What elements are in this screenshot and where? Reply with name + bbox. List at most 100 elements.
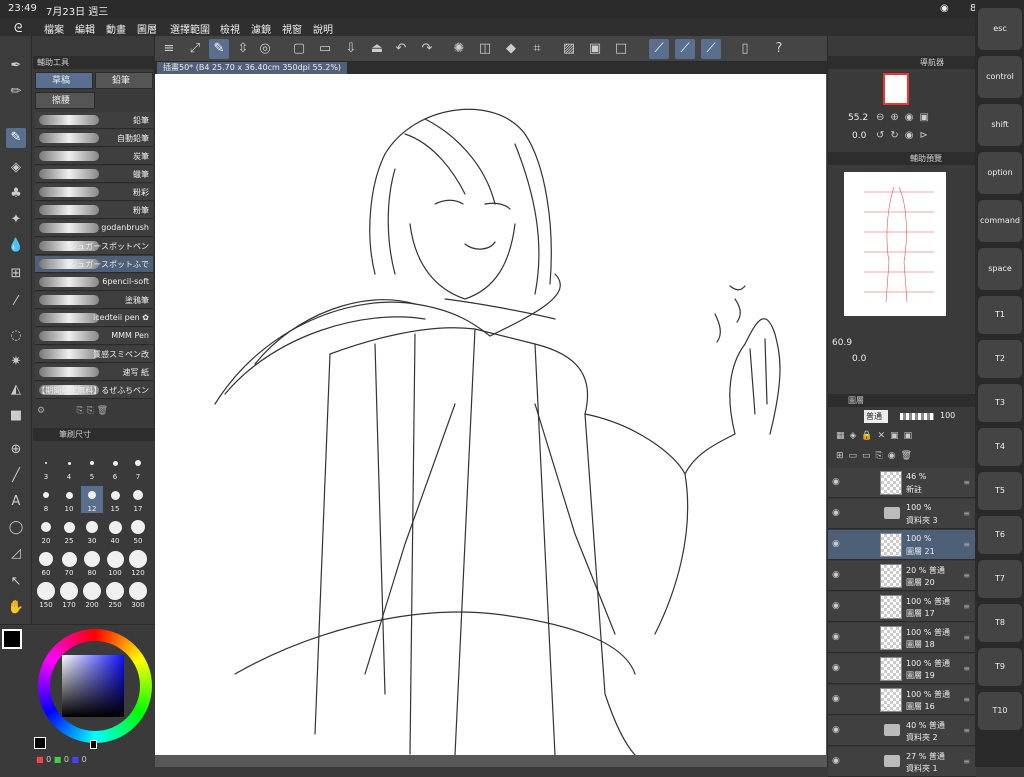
mini-main-color[interactable] — [34, 737, 46, 749]
brush-item[interactable]: 塗鴉筆 — [35, 292, 153, 309]
export-icon[interactable]: ⏏ — [367, 39, 387, 59]
layer-tools-row[interactable]: ▦◈🔒✕▣▣ — [836, 431, 917, 441]
layer-row[interactable]: ◉ 27 % 普通 資料夾 1 ≡ — [828, 747, 976, 777]
auto-select-icon[interactable]: ✷ — [6, 352, 26, 372]
stabilizer-3-icon[interactable]: ⟋ — [701, 39, 721, 59]
eye-icon[interactable]: ◉ — [832, 601, 840, 611]
eyedropper-tool-icon[interactable]: ⁄ — [6, 292, 26, 312]
key-esc[interactable]: esc — [978, 8, 1022, 50]
menu-animation[interactable]: 動畫 — [106, 21, 126, 36]
ruler-icon[interactable]: ▨ — [559, 39, 579, 59]
eye-icon[interactable]: ◉ — [832, 694, 840, 704]
key-t10[interactable]: T10 — [978, 692, 1022, 730]
brush-item[interactable]: 【期間限定無料】るぜふちペン — [35, 382, 153, 399]
brush-size-option[interactable]: 25 — [58, 518, 80, 545]
blend-mode-select[interactable]: 普通 — [864, 410, 888, 423]
document-tab[interactable]: 插畫50* (B4 25.70 x 36.40cm 350dpi 55.2%) — [157, 62, 348, 74]
stabilizer-1-icon[interactable]: ⟋ — [649, 39, 669, 59]
gradient-tool-icon[interactable]: ■ — [6, 406, 26, 426]
eye-icon[interactable]: ◉ — [832, 477, 840, 487]
key-space[interactable]: space — [978, 248, 1022, 290]
brush-size-option[interactable]: 12 — [81, 486, 103, 513]
layer-row[interactable]: ◉ 100 % 普通 圖層 18 ≡ — [828, 623, 976, 653]
record-icon[interactable]: ◎ — [255, 39, 275, 59]
brush-size-option[interactable]: 8 — [35, 486, 57, 513]
brush-size-option[interactable]: 170 — [58, 582, 80, 609]
brush-item[interactable]: godanbrush — [35, 220, 153, 237]
brush-size-option[interactable]: 3 — [35, 454, 57, 481]
menu-layer[interactable]: 圖層 — [137, 21, 157, 36]
brush-size-option[interactable]: 15 — [104, 486, 126, 513]
brush-item[interactable]: 質感スミペン改 — [35, 346, 153, 363]
brush-size-option[interactable]: 100 — [104, 550, 126, 577]
menu-selection[interactable]: 選擇範圍 — [170, 21, 210, 36]
line-tool-icon[interactable]: ╱ — [6, 466, 26, 486]
text-tool-icon[interactable]: A — [6, 492, 26, 512]
key-shift[interactable]: shift — [978, 104, 1022, 146]
brush-item[interactable]: 自動鉛筆 — [35, 130, 153, 147]
brush-size-option[interactable]: 120 — [127, 550, 149, 577]
brush-size-option[interactable]: 250 — [104, 582, 126, 609]
hand-tool-icon[interactable]: ✋ — [6, 598, 26, 618]
eye-icon[interactable]: ◉ — [832, 508, 840, 518]
menu-file[interactable]: 檔案 — [44, 21, 64, 36]
brush-item[interactable]: シュガースポットふで — [35, 256, 153, 273]
drag-handle-icon[interactable]: ≡ — [963, 757, 970, 766]
brush-item[interactable]: 蠟筆 — [35, 166, 153, 183]
save-icon[interactable]: ⇩ — [341, 39, 361, 59]
help-icon[interactable]: ? — [769, 39, 789, 59]
loading-icon[interactable]: ✺ — [449, 39, 469, 59]
hue-marker[interactable] — [90, 740, 97, 749]
brush-item[interactable]: シュガースポットペン — [35, 238, 153, 255]
subview-image[interactable] — [844, 172, 946, 316]
brush-item[interactable]: 速写 紙 — [35, 364, 153, 381]
fill-icon[interactable]: ◆ — [501, 39, 521, 59]
layer-row[interactable]: ◉ 100 % 資料夾 3 ≡ — [828, 499, 976, 529]
menu-edit[interactable]: 編輯 — [75, 21, 95, 36]
drawing-canvas[interactable] — [155, 74, 826, 755]
brush-size-option[interactable]: 7 — [127, 454, 149, 481]
eraser-tool-icon[interactable]: ◈ — [6, 158, 26, 178]
drag-handle-icon[interactable]: ≡ — [963, 726, 970, 735]
frame-icon[interactable]: □ — [611, 39, 631, 59]
pencil-tool-icon[interactable]: ✏ — [6, 82, 26, 102]
open-folder-icon[interactable]: ▭ — [315, 39, 335, 59]
key-control[interactable]: control — [978, 56, 1022, 98]
layer-actions-row[interactable]: ⊞▭▭⎘◉🗑 — [836, 451, 917, 461]
key-t4[interactable]: T4 — [978, 428, 1022, 466]
subtab-pencil[interactable]: 鉛筆 — [95, 72, 153, 89]
key-t5[interactable]: T5 — [978, 472, 1022, 510]
opacity-slider[interactable] — [900, 413, 934, 420]
key-command[interactable]: command — [978, 200, 1022, 242]
operation-tool-icon[interactable]: ↖ — [6, 572, 26, 592]
key-t8[interactable]: T8 — [978, 604, 1022, 642]
key-t2[interactable]: T2 — [978, 340, 1022, 378]
brush-item[interactable]: 6pencil-soft — [35, 274, 153, 291]
brush-size-option[interactable]: 50 — [127, 518, 149, 545]
app-logo-icon[interactable]: ᘓ — [14, 21, 22, 36]
blend-tool-icon[interactable]: 💧 — [6, 236, 26, 256]
new-file-icon[interactable]: ▢ — [289, 39, 309, 59]
navigator-thumbnail[interactable] — [883, 73, 909, 105]
menu-filter[interactable]: 濾鏡 — [251, 21, 271, 36]
fit-icon[interactable]: ⤢ — [185, 39, 205, 59]
fill-tool-icon[interactable]: ◭ — [6, 380, 26, 400]
phone-icon[interactable]: ▯ — [735, 39, 755, 59]
saturation-square[interactable] — [62, 655, 124, 717]
drag-handle-icon[interactable]: ≡ — [963, 540, 970, 549]
brush-item[interactable]: 鉛筆 — [35, 112, 153, 129]
brush-size-option[interactable]: 40 — [104, 518, 126, 545]
brush-size-option[interactable]: 80 — [81, 550, 103, 577]
decoration-tool-icon[interactable]: ♣ — [6, 184, 26, 204]
drag-handle-icon[interactable]: ≡ — [963, 478, 970, 487]
sparkle-tool-icon[interactable]: ✦ — [6, 210, 26, 230]
brush-item[interactable]: 粉筆 — [35, 202, 153, 219]
key-t1[interactable]: T1 — [978, 296, 1022, 334]
drag-handle-icon[interactable]: ≡ — [963, 602, 970, 611]
eye-icon[interactable]: ◉ — [832, 632, 840, 642]
drag-handle-icon[interactable]: ≡ — [963, 571, 970, 580]
layer-row[interactable]: ◉ 100 % 普通 圖層 17 ≡ — [828, 592, 976, 622]
brush-size-option[interactable]: 17 — [127, 486, 149, 513]
brush-size-option[interactable]: 300 — [127, 582, 149, 609]
brush-item[interactable]: 粉彩 — [35, 184, 153, 201]
